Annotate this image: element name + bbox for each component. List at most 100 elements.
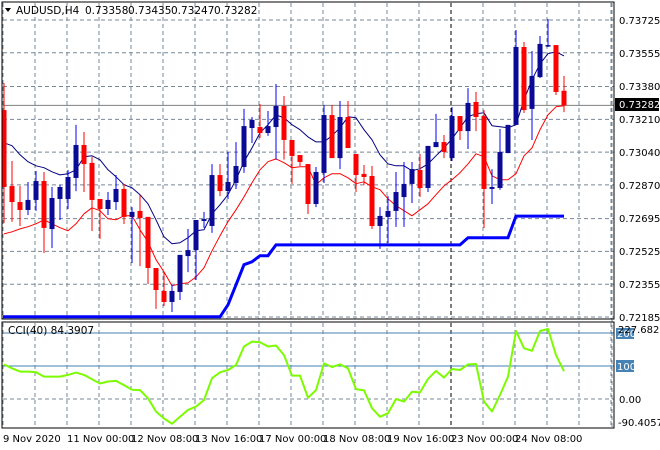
time-tick: 9 Nov 2020 (3, 434, 61, 445)
candle-body (17, 202, 23, 210)
candle-body (41, 181, 47, 228)
candle-body (353, 154, 359, 176)
candle-body (393, 192, 399, 211)
candle-body (105, 199, 111, 209)
candle-body (417, 170, 423, 188)
candle-body (145, 216, 151, 269)
candle-body (441, 142, 447, 152)
time-tick: 11 Nov 00:00 (67, 434, 134, 445)
candle-body (425, 145, 431, 188)
candle-body (33, 181, 39, 200)
time-tick: 13 Nov 16:00 (195, 434, 262, 445)
cci-tick: -90.4057 (618, 418, 660, 429)
price-tick: 0.72525 (619, 247, 660, 258)
candle-body (337, 117, 343, 159)
time-tick: 23 Nov 00:00 (451, 434, 518, 445)
time-axis[interactable]: 9 Nov 2020 11 Nov 00:00 12 Nov 08:00 13 … (3, 434, 582, 445)
candle-body (169, 290, 175, 302)
candle-body (265, 126, 271, 134)
cci-title: CCI(40) 84.3907 (8, 325, 94, 337)
candle-body (513, 47, 519, 125)
candle-body (129, 211, 135, 217)
price-tick: 0.73040 (619, 148, 660, 159)
time-tick: 17 Nov 00:00 (259, 434, 326, 445)
price-tick: 0.72870 (619, 181, 660, 192)
candle-body (81, 144, 87, 165)
candle-body (545, 45, 551, 47)
price-tick: 0.73210 (619, 115, 660, 126)
candle-body (257, 127, 263, 134)
close-value: 0.73282 (214, 5, 257, 17)
candle-body (313, 171, 319, 204)
price-tick: 0.73380 (619, 82, 660, 93)
candle-body (113, 188, 119, 203)
trading-chart[interactable]: AUDUSD,H4 0.73358 0.73435 0.73247 0.7328… (0, 0, 660, 450)
candle-body (89, 162, 95, 200)
candle-body (209, 175, 215, 226)
candle-body (201, 219, 207, 221)
candle-body (249, 119, 255, 128)
candle-body (497, 151, 503, 188)
time-tick: 18 Nov 08:00 (323, 434, 390, 445)
candle-body (121, 188, 127, 217)
candle-body (489, 187, 495, 189)
candle-body (97, 198, 103, 209)
candle-body (241, 126, 247, 167)
candle-body (153, 268, 159, 290)
candle-body (185, 250, 191, 257)
candle-body (385, 210, 391, 217)
candle-body (505, 124, 511, 154)
candle-body (233, 165, 239, 183)
candle-body (65, 176, 71, 199)
candle-body (433, 142, 439, 148)
candle-body (281, 106, 287, 140)
candle-body (49, 198, 55, 230)
candle-body (473, 101, 479, 118)
candle-body (225, 182, 231, 192)
time-tick: 19 Nov 16:00 (387, 434, 454, 445)
candle-body (481, 116, 487, 189)
candle-body (537, 43, 543, 78)
time-tick: 12 Nov 08:00 (131, 434, 198, 445)
price-tick: 0.72355 (619, 280, 660, 291)
low-value: 0.73247 (171, 5, 214, 17)
candle-body (9, 186, 15, 203)
candle-bullish[interactable] (321, 105, 327, 183)
current-price-label: 0.73282 (619, 100, 660, 111)
candle-body (73, 144, 79, 178)
candle-body (561, 90, 567, 106)
candle-bearish[interactable] (521, 41, 527, 113)
candle-body (137, 210, 143, 219)
cci-tick: 227.6822 (618, 325, 660, 336)
candle-bullish[interactable] (505, 124, 511, 154)
candle-bullish[interactable] (313, 166, 319, 208)
candle-body (369, 176, 375, 226)
cci-tick: 100 (617, 362, 636, 373)
symbol-label: AUDUSD,H4 (16, 5, 80, 17)
candle-body (401, 183, 407, 198)
high-value: 0.73435 (128, 5, 171, 17)
candle-body (289, 139, 295, 156)
candle-body (345, 117, 351, 149)
candle-body (177, 254, 183, 292)
candle-bullish[interactable] (425, 145, 431, 193)
candle-body (193, 219, 199, 251)
candle-bearish[interactable] (553, 45, 559, 96)
candle-body (457, 116, 463, 132)
price-tick: 0.72185 (619, 313, 660, 324)
candle-body (297, 155, 303, 162)
candle-body (377, 215, 383, 226)
candle-body (57, 187, 63, 199)
candle-body (361, 173, 367, 177)
candle-body (217, 175, 223, 192)
price-tick: 0.72695 (619, 214, 660, 225)
time-tick: 24 Nov 08:00 (515, 434, 582, 445)
cci-tick: 0.00 (619, 395, 641, 406)
price-tick: 0.73555 (619, 49, 660, 60)
candle-body (553, 45, 559, 92)
candle-body (409, 169, 415, 184)
candle-body (521, 47, 527, 111)
candle-body (529, 75, 535, 109)
candle-body (305, 164, 311, 204)
candle-body (321, 115, 327, 173)
